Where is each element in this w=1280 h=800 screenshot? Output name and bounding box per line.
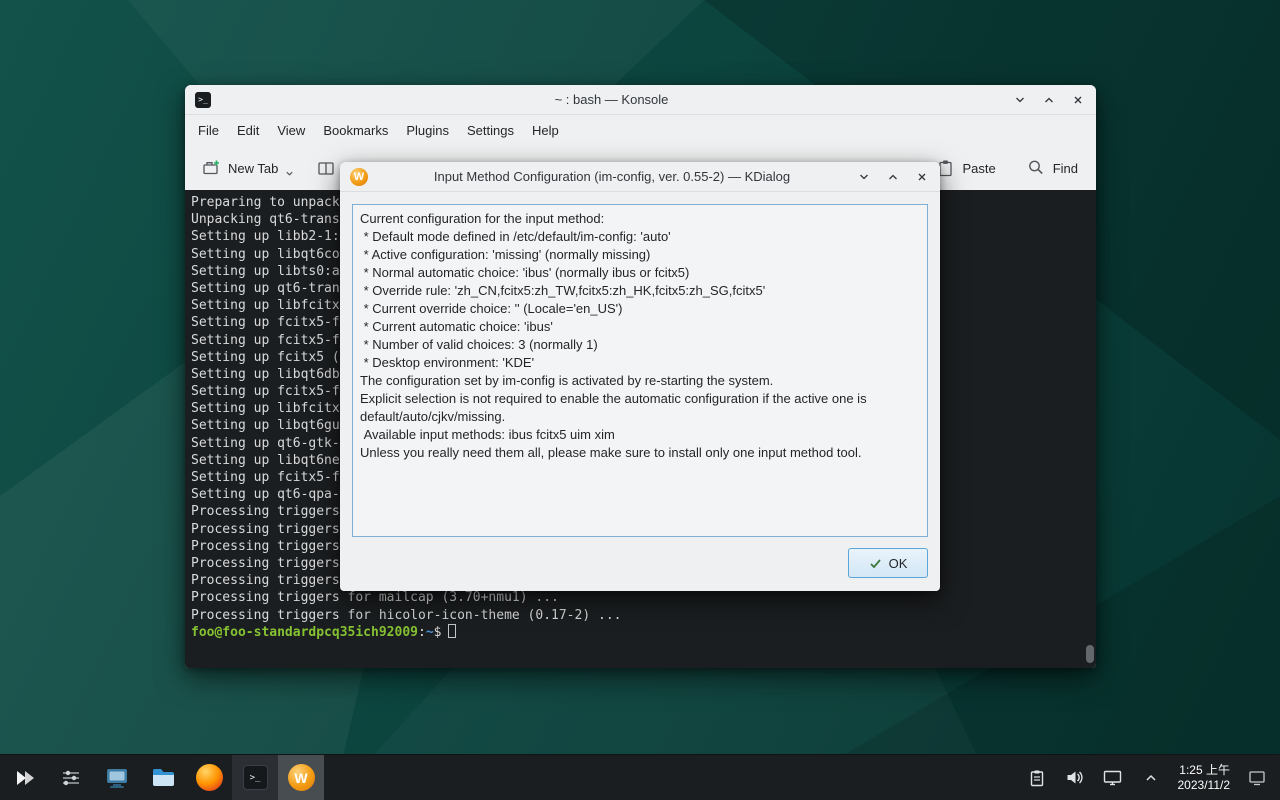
- dialog-message-line: Current configuration for the input meth…: [360, 210, 920, 228]
- terminal-scrollbar[interactable]: [1086, 645, 1094, 663]
- search-icon: [1026, 158, 1046, 178]
- dialog-message-line: * Override rule: 'zh_CN,fcitx5:zh_TW,fci…: [360, 282, 920, 300]
- kdialog-task-button[interactable]: W: [278, 755, 324, 800]
- taskbar: >_ W: [0, 754, 1280, 800]
- dialog-message-line: * Active configuration: 'missing' (norma…: [360, 246, 920, 264]
- konsole-window-icon: >_: [195, 92, 211, 108]
- kdialog-task-icon: W: [288, 764, 315, 791]
- menu-item[interactable]: File: [189, 119, 228, 142]
- show-desktop-button[interactable]: [1246, 767, 1268, 789]
- dialog-message-line: * Current override choice: '' (Locale='e…: [360, 300, 920, 318]
- menu-item[interactable]: View: [268, 119, 314, 142]
- volume-icon[interactable]: [1064, 767, 1086, 789]
- clock[interactable]: 1:25 上午 2023/11/2: [1178, 763, 1231, 793]
- paste-label: Paste: [962, 161, 995, 176]
- dialog-message-line: Explicit selection is not required to en…: [360, 390, 920, 426]
- new-tab-icon: [201, 158, 221, 178]
- tray-expander-chevron-up-icon[interactable]: [1140, 767, 1162, 789]
- konsole-titlebar[interactable]: >_ ~ : bash — Konsole: [185, 85, 1096, 115]
- menu-item[interactable]: Help: [523, 119, 568, 142]
- folder-icon: [150, 764, 177, 791]
- terminal-prompt-line: foo@foo-standardpcq35ich92009:~$: [191, 624, 1090, 641]
- dialog-message-line: * Desktop environment: 'KDE': [360, 354, 920, 372]
- terminal-line: Processing triggers for mailcap (3.70+nm…: [191, 589, 1090, 606]
- find-button[interactable]: Find: [1026, 158, 1078, 178]
- dialog-message-line: Unless you really need them all, please …: [360, 444, 920, 462]
- terminal-line: Processing triggers for hicolor-icon-the…: [191, 607, 1090, 624]
- clipboard-tray-icon[interactable]: [1026, 767, 1048, 789]
- new-tab-button[interactable]: New Tab: [201, 158, 294, 178]
- menu-item[interactable]: Edit: [228, 119, 268, 142]
- prompt-user-host: foo@foo-standardpcq35ich92009: [191, 625, 418, 640]
- launcher-icon: [13, 766, 37, 790]
- dialog-message-line: * Current automatic choice: 'ibus': [360, 318, 920, 336]
- dialog-message-line: * Number of valid choices: 3 (normally 1…: [360, 336, 920, 354]
- konsole-menu-bar: FileEditViewBookmarksPluginsSettingsHelp: [185, 115, 1096, 146]
- dialog-close-icon[interactable]: [914, 169, 930, 185]
- sliders-icon: [60, 767, 82, 789]
- kdialog-window: W Input Method Configuration (im-config,…: [340, 162, 940, 591]
- dialog-message-line: * Normal automatic choice: 'ibus' (norma…: [360, 264, 920, 282]
- split-view-icon: [316, 158, 336, 178]
- chevron-down-icon: [285, 169, 294, 178]
- clock-time: 1:25 上午: [1178, 763, 1231, 778]
- dialog-maximize-icon[interactable]: [885, 169, 901, 185]
- menu-item[interactable]: Settings: [458, 119, 523, 142]
- minimize-icon[interactable]: [1012, 92, 1028, 108]
- ok-button-label: OK: [889, 556, 908, 571]
- display-tray-icon[interactable]: [1102, 767, 1124, 789]
- menu-item[interactable]: Bookmarks: [314, 119, 397, 142]
- terminal-cursor: [448, 624, 456, 638]
- display-app-icon: [104, 765, 130, 791]
- konsole-icon: >_: [243, 765, 268, 790]
- im-config-icon: W: [350, 168, 368, 186]
- check-icon: [869, 557, 882, 570]
- firefox-icon: [196, 764, 223, 791]
- find-label: Find: [1053, 161, 1078, 176]
- new-tab-label: New Tab: [228, 161, 278, 176]
- desktop: >_ ~ : bash — Konsole FileEditViewBookma…: [0, 0, 1280, 800]
- kdialog-title: Input Method Configuration (im-config, v…: [376, 169, 848, 184]
- firefox-button[interactable]: [186, 755, 232, 800]
- paste-button[interactable]: Paste: [935, 158, 995, 178]
- prompt-path: ~: [426, 625, 434, 640]
- dolphin-file-manager-button[interactable]: [140, 755, 186, 800]
- menu-item[interactable]: Plugins: [397, 119, 458, 142]
- dialog-message-line: The configuration set by im-config is ac…: [360, 372, 920, 390]
- dialog-message-box: Current configuration for the input meth…: [352, 204, 928, 537]
- konsole-task-button[interactable]: >_: [232, 755, 278, 800]
- display-app-button[interactable]: [94, 755, 140, 800]
- close-icon[interactable]: [1070, 92, 1086, 108]
- dialog-message-line: * Default mode defined in /etc/default/i…: [360, 228, 920, 246]
- dialog-message-line: Available input methods: ibus fcitx5 uim…: [360, 426, 920, 444]
- konsole-window-title: ~ : bash — Konsole: [219, 92, 1004, 107]
- app-launcher-button[interactable]: [2, 755, 48, 800]
- kdialog-titlebar[interactable]: W Input Method Configuration (im-config,…: [340, 162, 940, 192]
- settings-sliders-button[interactable]: [48, 755, 94, 800]
- clock-date: 2023/11/2: [1178, 778, 1231, 793]
- ok-button[interactable]: OK: [848, 548, 928, 578]
- maximize-icon[interactable]: [1041, 92, 1057, 108]
- dialog-minimize-icon[interactable]: [856, 169, 872, 185]
